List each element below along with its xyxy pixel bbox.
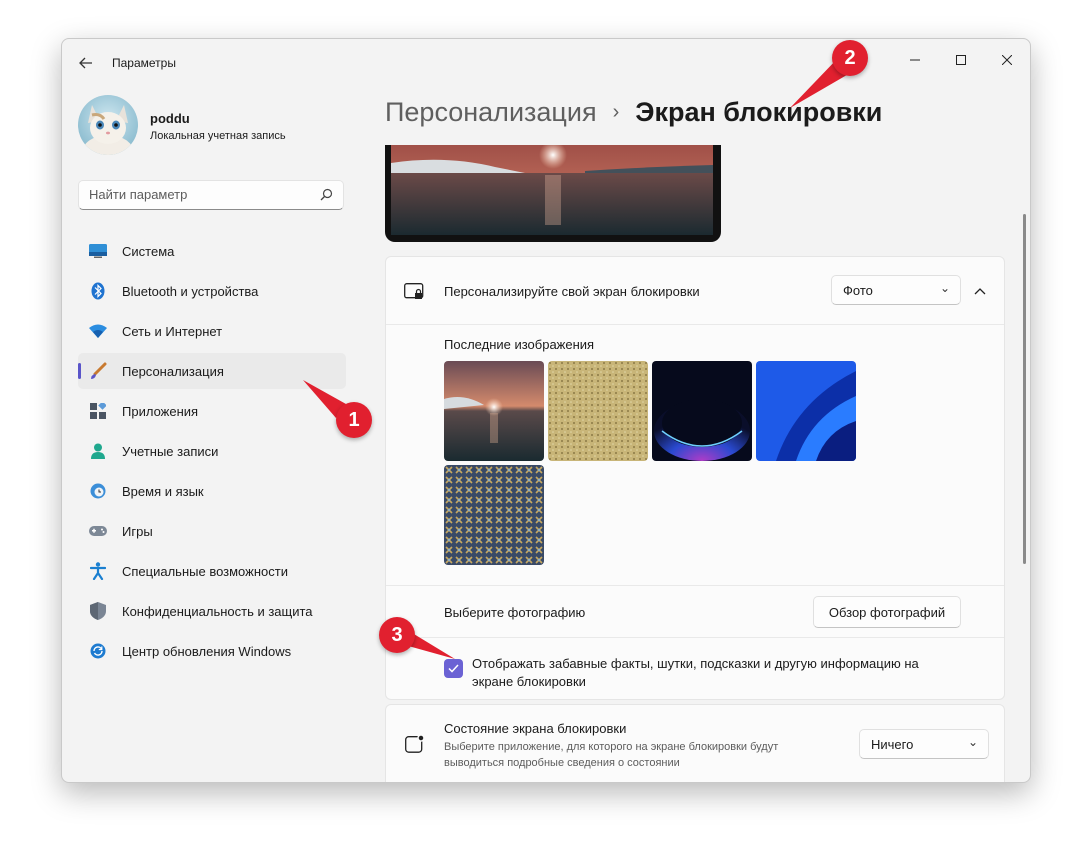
sidebar-item-personalization[interactable]: Персонализация	[78, 353, 346, 389]
chevron-down-icon: ⌄	[967, 735, 978, 749]
sidebar-item-label: Bluetooth и устройства	[122, 283, 259, 299]
sidebar-item-label: Сеть и Интернет	[122, 323, 223, 339]
sidebar-item-time-language[interactable]: Время и язык	[78, 473, 346, 509]
check-icon	[448, 664, 459, 673]
status-title: Состояние экрана блокировки	[444, 721, 627, 736]
scrollbar-thumb[interactable]	[1023, 214, 1026, 564]
sidebar-item-system[interactable]: Система	[78, 233, 346, 269]
sidebar-item-windows-update[interactable]: Центр обновления Windows	[78, 633, 346, 669]
sidebar-item-label: Конфиденциальность и защита	[122, 603, 313, 619]
shield-icon	[89, 602, 107, 620]
page-title: Экран блокировки	[635, 97, 883, 127]
system-icon	[89, 242, 107, 260]
lockscreen-preview-image	[391, 145, 713, 235]
sidebar-item-label: Учетные записи	[122, 443, 219, 459]
sidebar-item-network[interactable]: Сеть и Интернет	[78, 313, 346, 349]
user-name: poddu	[150, 111, 190, 126]
recent-image-dark-bloom[interactable]	[652, 361, 752, 461]
collapse-button[interactable]	[968, 279, 992, 303]
annotation-marker-3: 3	[379, 617, 415, 653]
gamepad-icon	[89, 522, 107, 540]
title-bar: Параметры	[62, 39, 1030, 87]
recent-images-label: Последние изображения	[444, 337, 595, 352]
recent-image-floral-pattern[interactable]	[444, 465, 544, 565]
search-box[interactable]	[78, 180, 344, 210]
dropdown-value: Ничего	[871, 737, 914, 752]
chevron-down-icon: ⌄	[939, 281, 950, 295]
sidebar-item-label: Персонализация	[122, 363, 224, 379]
brush-icon	[89, 362, 107, 380]
app-title: Параметры	[112, 56, 176, 70]
sidebar-item-privacy[interactable]: Конфиденциальность и защита	[78, 593, 346, 629]
browse-photos-button[interactable]: Обзор фотографий	[813, 596, 961, 628]
sidebar-nav: Система Bluetooth и устройства Сеть и Ин…	[78, 233, 346, 673]
sidebar-item-apps[interactable]: Приложения	[78, 393, 346, 429]
status-app-dropdown[interactable]: Ничего ⌄	[859, 729, 989, 759]
cat-avatar-image	[78, 95, 138, 155]
sidebar-item-label: Приложения	[122, 403, 199, 419]
avatar	[78, 95, 138, 155]
close-button[interactable]	[984, 45, 1030, 75]
maximize-icon	[956, 55, 966, 65]
divider	[386, 637, 1004, 638]
recent-image-sunset[interactable]	[444, 361, 544, 461]
accessibility-icon	[89, 562, 107, 580]
dark-bloom-thumbnail	[652, 361, 752, 461]
annotation-marker-1: 1	[336, 402, 372, 438]
chevron-up-icon	[974, 288, 986, 295]
bluetooth-icon	[89, 282, 107, 300]
breadcrumb-chevron-icon: ›	[612, 101, 620, 123]
maximize-button[interactable]	[938, 45, 984, 75]
blue-bloom-thumbnail	[756, 361, 856, 461]
search-icon	[320, 188, 333, 201]
divider	[386, 585, 1004, 586]
wifi-icon	[89, 322, 107, 340]
lockscreen-icon	[404, 283, 424, 299]
recent-image-blue-bloom[interactable]	[756, 361, 856, 461]
personalize-dropdown[interactable]: Фото ⌄	[831, 275, 961, 305]
search-input[interactable]	[89, 187, 309, 202]
account-type: Локальная учетная запись	[150, 130, 286, 142]
sidebar-item-label: Центр обновления Windows	[122, 643, 292, 659]
lockscreen-preview	[385, 145, 721, 242]
sidebar-item-accounts[interactable]: Учетные записи	[78, 433, 346, 469]
annotation-marker-2: 2	[832, 40, 868, 76]
breadcrumb: Персонализация › Экран блокировки	[385, 97, 882, 128]
fun-facts-label-line1: Отображать забавные факты, шутки, подска…	[472, 656, 919, 671]
sidebar-item-bluetooth[interactable]: Bluetooth и устройства	[78, 273, 346, 309]
status-description-line2: выводиться подробные сведения о состояни…	[444, 757, 680, 769]
lockscreen-status-card: Состояние экрана блокировки Выберите при…	[385, 704, 1005, 782]
sidebar-item-label: Время и язык	[122, 483, 204, 499]
status-icon	[405, 734, 425, 753]
sidebar-item-label: Система	[122, 243, 175, 259]
person-icon	[89, 442, 107, 460]
sidebar-item-label: Специальные возможности	[122, 563, 288, 579]
gold-pattern-thumbnail	[548, 361, 648, 461]
minimize-icon	[910, 59, 920, 61]
status-description-line1: Выберите приложение, для которого на экр…	[444, 741, 779, 753]
back-button[interactable]	[76, 53, 96, 73]
apps-icon	[89, 402, 107, 420]
sidebar-item-label: Игры	[122, 523, 153, 539]
sidebar-item-accessibility[interactable]: Специальные возможности	[78, 553, 346, 589]
sunset-thumbnail	[444, 361, 544, 461]
personalize-label: Персонализируйте свой экран блокировки	[444, 284, 700, 299]
clock-globe-icon	[89, 482, 107, 500]
divider	[386, 324, 1004, 325]
close-icon	[1002, 55, 1012, 65]
fun-facts-label-line2: экране блокировки	[472, 674, 586, 689]
fun-facts-checkbox[interactable]	[444, 659, 463, 678]
recent-image-gold-pattern[interactable]	[548, 361, 648, 461]
personalize-lockscreen-card: Персонализируйте свой экран блокировки Ф…	[385, 256, 1005, 700]
update-icon	[89, 642, 107, 660]
back-arrow-icon	[79, 57, 92, 69]
settings-window: Параметры poddu Локальная учетная запись…	[61, 38, 1031, 783]
choose-photo-label: Выберите фотографию	[444, 605, 586, 620]
breadcrumb-parent[interactable]: Персонализация	[385, 97, 597, 128]
sidebar-item-gaming[interactable]: Игры	[78, 513, 346, 549]
dropdown-value: Фото	[843, 283, 873, 298]
minimize-button[interactable]	[892, 45, 938, 75]
floral-pattern-thumbnail	[444, 465, 544, 565]
